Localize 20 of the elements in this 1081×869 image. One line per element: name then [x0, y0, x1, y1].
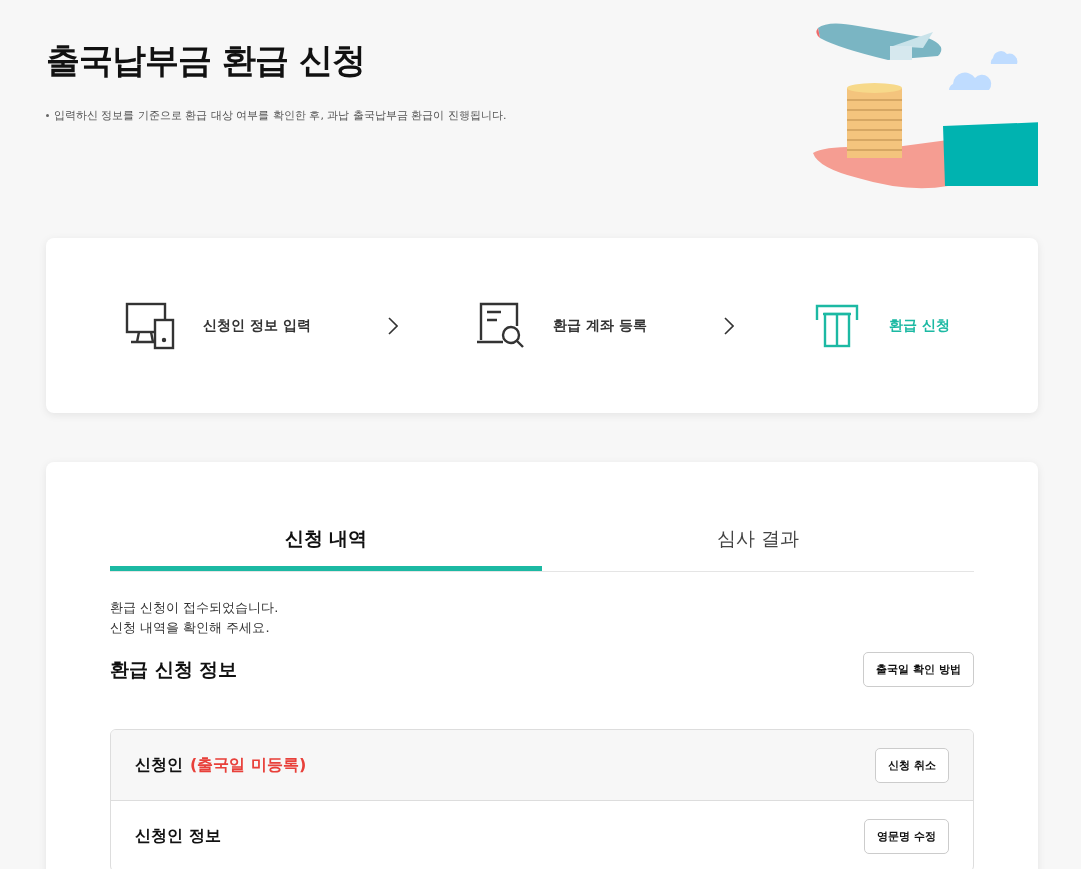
status-text: (출국일 미등록): [190, 754, 307, 776]
step-label: 환급 계좌 등록: [553, 316, 647, 335]
page-description: 입력하신 정보를 기준으로 환급 대상 여부를 확인한 후, 과납 출국납부금 환급이 진행됩니다.: [54, 108, 507, 123]
bullet-icon: [46, 114, 49, 117]
departure-date-help-button[interactable]: 출국일 확인 방법: [863, 652, 974, 687]
tab[interactable]: 심사 결과: [542, 514, 974, 571]
status-message: 환급 신청이 접수되었습니다.: [110, 599, 280, 617]
monitor-and-phone-icon: [125, 301, 177, 350]
page-title: 출국납부금 환급 신청: [46, 39, 366, 82]
tab[interactable]: 신청 내역: [110, 514, 542, 571]
row-label: 신청인 정보: [135, 825, 221, 847]
step-label: 환급 신청: [889, 316, 950, 335]
chevron-right-icon: [387, 316, 398, 335]
status-message: 신청 내역을 확인해 주세요.: [110, 619, 271, 637]
section-title: 환급 신청 정보: [110, 656, 238, 682]
chevron-right-icon: [723, 316, 734, 335]
cancel-application-button[interactable]: 신청 취소: [875, 747, 949, 783]
edit-english-name-button[interactable]: 영문명 수정: [864, 818, 949, 854]
applicant-label: 신청인: [135, 754, 183, 776]
step-label: 신청인 정보 입력: [203, 316, 311, 335]
